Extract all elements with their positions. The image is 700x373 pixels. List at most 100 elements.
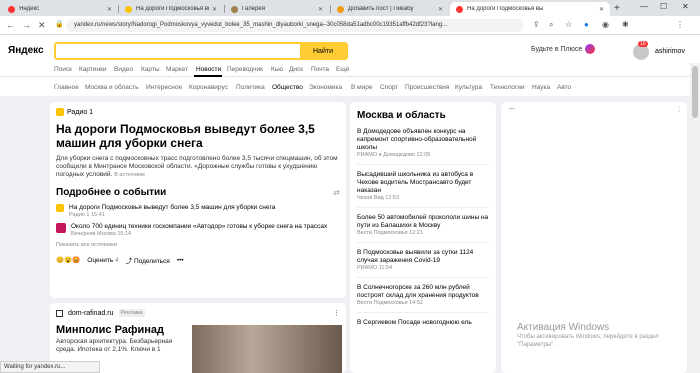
rubric-item[interactable]: Спорт — [380, 84, 398, 91]
puzzle-icon[interactable]: ✱ — [622, 20, 629, 29]
service-maps[interactable]: Карты — [141, 66, 160, 73]
address-bar: ← → ✕ 🔒 yandex.ru/news/story/Nadorogi_Po… — [0, 16, 700, 35]
news-item[interactable]: Более 50 автомобилей прокололи шины на п… — [357, 214, 489, 230]
rubric-item[interactable]: Москва и область — [85, 84, 139, 91]
service-more[interactable]: Ещё — [336, 66, 349, 73]
news-meta: Вести Подмосковья 14:52 — [357, 300, 423, 306]
back-icon[interactable]: ← — [6, 20, 15, 30]
news-item[interactable]: В Подмосковье выявили за сутки 1124 случ… — [357, 249, 489, 265]
yandex-logo[interactable]: Яндекс — [8, 45, 44, 56]
rubric-item[interactable]: Авто — [557, 84, 571, 91]
more-button[interactable]: ••• — [177, 257, 184, 264]
maximize-icon[interactable]: ☐ — [660, 2, 667, 11]
yandex-header: Яндекс Найти Будьте в Плюсе 10 ashirimov — [0, 35, 700, 63]
news-meta: Чехов Вид 12:53 — [357, 195, 400, 201]
news-meta: РИАМО в Домодедово 12:05 — [357, 152, 431, 158]
rubric-item[interactable]: Культура — [455, 84, 482, 91]
browser-tab[interactable]: Добавить пост | Пикабу ✕ — [331, 2, 449, 16]
extension-icon[interactable]: ● — [584, 20, 589, 29]
ad-domain[interactable]: dom-rafinad.ru — [68, 310, 114, 317]
close-icon[interactable]: ✕ — [107, 6, 112, 13]
story-title[interactable]: На дороги Подмосковья выведут более 3,5 … — [56, 122, 340, 150]
ad-menu-icon[interactable]: ⋮ — [333, 309, 340, 317]
close-icon[interactable]: ✕ — [212, 6, 217, 13]
plus-icon[interactable] — [585, 44, 595, 54]
source-link[interactable]: В источнике — [114, 172, 145, 178]
lock-icon[interactable]: 🔒 — [55, 20, 64, 28]
filter-icon[interactable]: ⇄ — [333, 188, 340, 197]
rubric-item[interactable]: Происшествия — [405, 84, 449, 91]
close-icon[interactable]: ✕ — [438, 6, 443, 13]
tab-bar: Яндекс ✕ На дороги Подмосковья вы ✕ Гале… — [0, 0, 700, 16]
rubric-item[interactable]: Политика — [236, 84, 265, 91]
tab-title: Галерея — [242, 6, 266, 12]
rubric-item[interactable]: Главное — [54, 84, 79, 91]
minimize-icon[interactable]: — — [640, 2, 648, 11]
service-translate[interactable]: Переводчик — [227, 66, 263, 73]
tab-title: На дороги Подмосковья вы — [136, 6, 209, 12]
news-item[interactable]: В Домодедове объявлен конкурс на капремо… — [357, 128, 489, 152]
ad-marker: ▪▪▪ — [509, 106, 515, 112]
plus-link[interactable]: Будьте в Плюсе — [531, 46, 582, 53]
service-disk[interactable]: Диск — [289, 66, 303, 73]
service-q[interactable]: Кью — [271, 66, 283, 73]
search-button[interactable]: Найти — [300, 44, 346, 58]
details-heading: Подробнее о событии — [56, 187, 167, 198]
related-meta: Радио 1 15:41 — [69, 212, 105, 218]
close-window-icon[interactable]: ✕ — [682, 2, 689, 11]
service-mail[interactable]: Почта — [311, 66, 329, 73]
browser-tab[interactable]: Галерея ✕ — [225, 2, 329, 16]
show-all-link[interactable]: Показать все источники — [56, 242, 340, 248]
service-search[interactable]: Поиск — [54, 66, 72, 73]
rubric-item[interactable]: Технологии — [490, 84, 525, 91]
close-icon[interactable]: ✕ — [599, 6, 604, 13]
close-icon[interactable]: ✕ — [318, 6, 323, 13]
scrollbar-thumb[interactable] — [692, 66, 698, 118]
moscow-news-card: Москва и область В Домодедове объявлен к… — [350, 102, 496, 373]
ad-menu-icon[interactable]: ⋮ — [676, 106, 682, 113]
section-heading[interactable]: Москва и область — [357, 110, 489, 121]
search-input[interactable]: Найти — [54, 42, 348, 60]
forward-icon[interactable]: → — [22, 20, 31, 30]
reload-icon[interactable]: ✕ — [38, 20, 46, 31]
rubric-item[interactable]: Экономика — [309, 84, 342, 91]
url-input[interactable]: yandex.ru/news/story/Nadorogi_Podmoskovy… — [66, 19, 524, 32]
rate-button[interactable]: Оценить 4 — [87, 257, 118, 264]
news-item[interactable]: В Сергиевом Посаде новогоднюю ель — [357, 319, 489, 327]
share-button[interactable]: ⤴ Поделиться — [126, 255, 170, 265]
star-icon[interactable]: ☆ — [565, 20, 572, 29]
menu-icon[interactable]: ⋮ — [676, 20, 684, 29]
scrollbar[interactable] — [690, 63, 700, 373]
news-meta: Вести Подмосковья 12:21 — [357, 230, 423, 236]
rubric-item[interactable]: Наука — [532, 84, 550, 91]
related-title[interactable]: На дороги Подмосковья выведут более 3,5 … — [69, 204, 275, 212]
ad-image[interactable] — [192, 325, 342, 373]
rubric-item[interactable]: В мире — [351, 84, 372, 91]
ad-title[interactable]: Минполис Рафинад — [56, 324, 191, 336]
windows-activation-watermark: Активация Windows Чтобы активировать Win… — [517, 322, 659, 348]
reactions-icon[interactable]: 😊😮😡 — [56, 256, 80, 264]
radio-icon — [56, 108, 64, 116]
profile-icon[interactable]: ◉ — [602, 20, 609, 29]
story-source[interactable]: Радио 1 — [56, 108, 340, 116]
news-item[interactable]: Высадивший школьника из автобуса в Чехов… — [357, 171, 489, 195]
share-icon[interactable]: ⇪ — [533, 20, 540, 29]
service-images[interactable]: Картинки — [79, 66, 107, 73]
service-market[interactable]: Маркет — [166, 66, 188, 73]
related-title[interactable]: Около 700 единиц техники госкомпании «Ав… — [71, 223, 327, 231]
services-nav: Поиск Картинки Видео Карты Маркет Новост… — [0, 63, 700, 77]
username[interactable]: ashirimov — [655, 48, 685, 55]
rubric-item[interactable]: Интересное — [146, 84, 182, 91]
story-card: Радио 1 На дороги Подмосковья выведут бо… — [50, 102, 346, 298]
browser-tab-active[interactable]: На дороги Подмосковья вы ✕ — [450, 2, 610, 16]
service-video[interactable]: Видео — [114, 66, 133, 73]
browser-tab[interactable]: Яндекс ✕ — [2, 2, 118, 16]
new-tab-button[interactable]: + — [614, 3, 620, 14]
yandex-news-icon — [456, 5, 463, 13]
browser-tab[interactable]: На дороги Подмосковья вы ✕ — [119, 2, 223, 16]
zoom-icon[interactable]: ⌕ — [549, 20, 553, 30]
news-item[interactable]: В Солнечногорске за 260 млн рублей постр… — [357, 284, 489, 300]
rubric-item[interactable]: Коронавирус — [189, 84, 228, 91]
service-news[interactable]: Новости — [196, 66, 221, 73]
rubric-item-active[interactable]: Общество — [272, 84, 303, 91]
